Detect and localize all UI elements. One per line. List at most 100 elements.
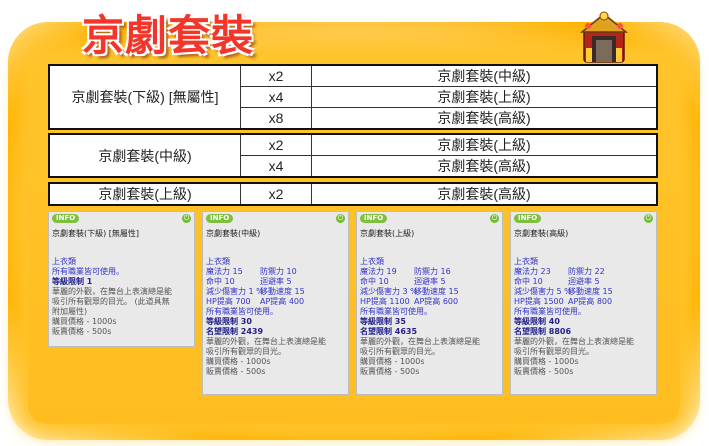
item-name: 京劇套裝(高級) (514, 229, 569, 238)
stat-value: 防禦力 22 (568, 267, 605, 276)
item-category: 上衣類 (52, 257, 76, 266)
item-details: 上衣類 所有職業皆可使用。 等級限制 1 華麗的外觀，在舞台上表演總是能 吸引所有觀眾的… (49, 257, 194, 340)
result-item-name: 京劇套裝(上級) (311, 86, 658, 108)
detail-line: 等級限制 1 (52, 277, 93, 286)
detail-line: 附加屬性) (52, 307, 88, 316)
detail-line: 購買價格 - 1000s (360, 357, 425, 366)
item-details: 上衣類 魔法力 15 防禦力 10 命中 10 迴避率 5 減少傷害力 1 %移動速度 1… (203, 257, 348, 380)
upgrade-row: 京劇套裝(中級) x2 京劇套裝(上級) (48, 133, 658, 178)
detail-line: 購買價格 - 1000s (206, 357, 271, 366)
stat-row: 魔法力 23 防禦力 22 (514, 267, 653, 277)
item-name: 京劇套裝(中級) (206, 229, 261, 238)
detail-line: 所有職業皆可使用。 (206, 307, 278, 316)
detail-line: 販賣價格 - 500s (360, 367, 420, 376)
required-count: x4 (240, 155, 312, 178)
result-item-name: 京劇套裝(中級) (311, 64, 658, 87)
stat-row: 減少傷害力 1 %移動速度 15 (206, 287, 345, 297)
result-item-name: 京劇套裝(高級) (311, 107, 658, 130)
stat-value: HP提高 700 (206, 297, 251, 306)
page-title: 京劇套裝 (82, 11, 255, 60)
detail-line: 華麗的外觀，在舞台上表演總是能 (52, 287, 172, 296)
item-name: 京劇套裝(下級) [無屬性] (52, 229, 140, 238)
card-header: INFO ⏻ (203, 212, 348, 226)
stat-value: 移動速度 15 (260, 287, 305, 296)
detail-line: 購買價格 - 1000s (52, 317, 117, 326)
item-category: 上衣類 (514, 257, 538, 266)
power-icon[interactable]: ⏻ (644, 214, 653, 223)
upgrade-table-low: 京劇套裝(下級) [無屬性] x2 京劇套裝(中級) x4 京劇套裝(上級) x8 京劇套裝… (48, 64, 658, 130)
power-icon[interactable]: ⏻ (490, 214, 499, 223)
upgrade-table-mid: 京劇套裝(中級) x2 京劇套裝(上級) x4 京劇套裝(高級) (48, 133, 658, 178)
detail-line: 所有職業皆可使用。 (514, 307, 586, 316)
detail-line: 華麗的外觀，在舞台上表演總是能 (206, 337, 326, 346)
detail-line: 所有職業皆可使用。 (52, 267, 124, 276)
detail-line: 吸引所有觀眾的目光。 (360, 347, 440, 356)
power-icon[interactable]: ⏻ (336, 214, 345, 223)
item-name: 京劇套裝(上級) (360, 229, 415, 238)
info-badge: INFO (206, 214, 234, 223)
stat-value: AP提高 400 (260, 297, 305, 306)
result-item-name: 京劇套裝(高級) (311, 182, 658, 206)
detail-line: 購買價格 - 1000s (514, 357, 579, 366)
detail-line: 華麗的外觀，在舞台上表演總是能 (360, 337, 480, 346)
stat-value: 防禦力 16 (414, 267, 451, 276)
base-item-name: 京劇套裝(下級) [無屬性] (48, 64, 241, 130)
stat-row: 命中 10 迴避率 5 (206, 277, 345, 287)
item-category: 上衣類 (206, 257, 230, 266)
upgrade-row: 京劇套裝(下級) [無屬性] x2 京劇套裝(中級) (48, 64, 658, 130)
stat-value: 防禦力 10 (260, 267, 297, 276)
stat-value: 迴避率 5 (260, 277, 292, 286)
detail-line: 華麗的外觀，在舞台上表演總是能 (514, 337, 634, 346)
card-header: INFO ⏻ (511, 212, 656, 226)
stat-row: 減少傷害力 3 %移動速度 15 (360, 287, 499, 297)
detail-line: 名望限制 4635 (360, 327, 418, 336)
detail-line: 販賣價格 - 500s (514, 367, 574, 376)
card-header: INFO ⏻ (357, 212, 502, 226)
result-item-name: 京劇套裝(高級) (311, 155, 658, 178)
stat-value: HP提高 1500 (514, 297, 564, 306)
item-card-top: INFO ⏻ 京劇套裝(高級) 上衣類 魔法力 23 防禦力 22 命中 10 迴避率 5 減少… (510, 211, 657, 395)
result-item-name: 京劇套裝(上級) (311, 133, 658, 156)
card-header: INFO ⏻ (49, 212, 194, 226)
detail-line: 等級限制 35 (360, 317, 406, 326)
stat-value: 減少傷害力 1 % (206, 287, 264, 296)
stat-row: 魔法力 19 防禦力 16 (360, 267, 499, 277)
info-badge: INFO (514, 214, 542, 223)
detail-line: 吸引所有觀眾的目光。 (514, 347, 594, 356)
stat-row: 命中 10 迴避率 5 (360, 277, 499, 287)
detail-line: 販賣價格 - 500s (206, 367, 266, 376)
power-icon[interactable]: ⏻ (182, 214, 191, 223)
stat-row: HP提高 1500 AP提高 800 (514, 297, 653, 307)
stat-value: 迴避率 5 (568, 277, 600, 286)
required-count: x2 (240, 133, 312, 156)
required-count: x8 (240, 107, 312, 130)
stat-value: 減少傷害力 3 % (360, 287, 418, 296)
stat-value: AP提高 600 (414, 297, 459, 306)
stat-row: HP提高 1100 AP提高 600 (360, 297, 499, 307)
detail-line: 等級限制 40 (514, 317, 560, 326)
stat-value: 減少傷害力 5 % (514, 287, 572, 296)
info-badge: INFO (52, 214, 80, 223)
base-item-name: 京劇套裝(中級) (48, 133, 241, 178)
opera-costume-icon (579, 11, 629, 63)
upgrade-table-high: 京劇套裝(上級) x2 京劇套裝(高級) (48, 182, 658, 206)
stat-value: 魔法力 19 (360, 267, 397, 276)
item-card-high: INFO ⏻ 京劇套裝(上級) 上衣類 魔法力 19 防禦力 16 命中 10 迴避率 5 減少… (356, 211, 503, 395)
required-count: x2 (240, 182, 312, 206)
stat-value: 移動速度 15 (568, 287, 613, 296)
item-card-mid: INFO ⏻ 京劇套裝(中級) 上衣類 魔法力 15 防禦力 10 命中 10 迴避率 5 減少… (202, 211, 349, 395)
stat-row: 魔法力 15 防禦力 10 (206, 267, 345, 277)
stat-value: 命中 10 (360, 277, 389, 286)
stat-value: AP提高 800 (568, 297, 613, 306)
stat-row: 命中 10 迴避率 5 (514, 277, 653, 287)
stat-value: 魔法力 23 (514, 267, 551, 276)
required-count: x2 (240, 64, 312, 87)
detail-line: 吸引所有觀眾的目光。 (206, 347, 286, 356)
stat-value: 魔法力 15 (206, 267, 243, 276)
item-category: 上衣類 (360, 257, 384, 266)
upgrade-row: 京劇套裝(上級) x2 京劇套裝(高級) (48, 182, 658, 206)
detail-line: 名望限制 2439 (206, 327, 264, 336)
detail-line: 吸引所有觀眾的目光。 (此道具無 (52, 297, 170, 306)
detail-line: 所有職業皆可使用。 (360, 307, 432, 316)
stat-value: 移動速度 15 (414, 287, 459, 296)
